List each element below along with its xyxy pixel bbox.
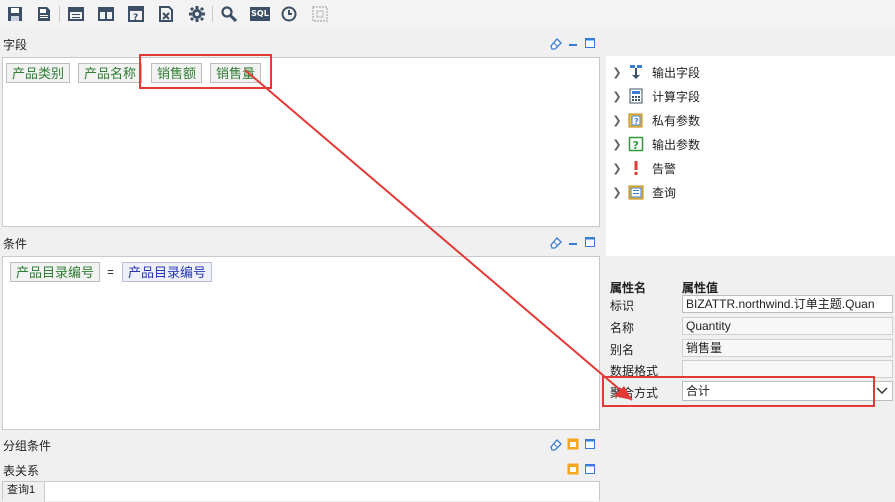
toolbar-separator (212, 6, 213, 22)
group-header-actions (549, 437, 597, 451)
clock-icon[interactable] (279, 4, 299, 24)
condition-operator[interactable]: = (107, 265, 114, 279)
restore-icon[interactable] (566, 462, 580, 476)
tree-item-label: 私有参数 (652, 113, 701, 128)
export-icon[interactable] (156, 4, 176, 24)
columns-layout-icon[interactable] (96, 4, 116, 24)
output-param-icon: ? (628, 136, 644, 152)
query-icon (628, 184, 644, 200)
fields-panel[interactable]: 产品类别 产品名称 销售额 销售量 (2, 57, 600, 227)
property-row-id: 标识 BIZATTR.northwind.订单主题.Quan (606, 294, 895, 315)
private-param-icon: ? (628, 112, 644, 128)
calculator-icon (628, 88, 644, 104)
table-relations-title: 表关系 (3, 464, 40, 478)
chevron-down-icon[interactable] (876, 383, 888, 400)
maximize-icon[interactable] (583, 235, 597, 249)
maximize-icon[interactable] (583, 437, 597, 451)
resource-tree: ❯ 输出字段 ❯ 计算字段 ❯ ? 私有参数 ❯ ? 输出参数 ❯ 告警 ❯ 查… (606, 56, 895, 256)
fields-section-title: 字段 (3, 38, 28, 52)
group-conditions-title: 分组条件 (3, 439, 52, 453)
property-value-alias[interactable]: 销售量 (682, 339, 893, 357)
condition-left-field[interactable]: 产品目录编号 (10, 262, 101, 282)
chevron-right-icon[interactable]: ❯ (610, 162, 624, 175)
chevron-right-icon[interactable]: ❯ (610, 90, 624, 103)
search-icon[interactable] (219, 4, 239, 24)
maximize-icon[interactable] (583, 36, 597, 50)
conditions-section-title: 条件 (3, 237, 28, 251)
table-relations-panel[interactable]: 查询1 (2, 481, 600, 502)
tree-item-alerts[interactable]: ❯ 告警 (606, 157, 895, 179)
settings-gear-icon[interactable] (187, 4, 207, 24)
restore-icon[interactable] (566, 437, 580, 451)
svg-text:?: ? (634, 117, 639, 126)
tree-item-label: 告警 (652, 161, 677, 176)
conditions-panel[interactable]: 产品目录编号 = 产品目录编号 (2, 256, 600, 430)
fields-section-header: 字段 (0, 32, 602, 54)
chevron-right-icon[interactable]: ❯ (610, 138, 624, 151)
property-name: 别名 (610, 343, 635, 357)
query-tab[interactable]: 查询1 (3, 482, 45, 502)
tree-item-calc-fields[interactable]: ❯ 计算字段 (606, 85, 895, 107)
sql-label: SQL (250, 7, 270, 21)
property-row-alias: 别名 销售量 (606, 338, 895, 359)
property-name: 标识 (610, 299, 635, 313)
minimize-icon[interactable] (566, 36, 580, 50)
eraser-icon[interactable] (549, 36, 563, 50)
tree-item-label: 计算字段 (652, 89, 701, 104)
tree-item-output-params[interactable]: ❯ ? 输出参数 (606, 133, 895, 155)
tree-item-label: 查询 (652, 185, 677, 200)
highlight-box-fields (139, 54, 272, 89)
eraser-icon[interactable] (549, 235, 563, 249)
relations-header-actions (566, 462, 597, 476)
property-value-id[interactable]: BIZATTR.northwind.订单主题.Quan (682, 295, 893, 313)
conditions-header-actions (549, 235, 597, 249)
param-form-icon[interactable]: ? (126, 4, 146, 24)
toolbar: ? SQL (0, 0, 895, 28)
field-chip[interactable]: 产品类别 (6, 63, 71, 83)
tree-item-query[interactable]: ❯ 查询 (606, 181, 895, 203)
svg-text:?: ? (133, 13, 138, 22)
conditions-section-header: 条件 (0, 231, 602, 253)
group-conditions-header: 分组条件 (0, 433, 602, 455)
maximize-icon[interactable] (583, 462, 597, 476)
save-as-icon[interactable] (34, 4, 54, 24)
tree-item-label: 输出参数 (652, 137, 701, 152)
property-value-name[interactable]: Quantity (682, 317, 893, 335)
alert-icon (628, 160, 644, 176)
fields-header-actions (549, 36, 597, 50)
sql-icon[interactable]: SQL (249, 4, 271, 24)
tree-item-label: 输出字段 (652, 65, 701, 80)
svg-text:?: ? (633, 139, 639, 152)
tree-item-output-fields[interactable]: ❯ 输出字段 (606, 61, 895, 83)
table-relations-header: 表关系 (0, 458, 602, 480)
tree-item-private-params[interactable]: ❯ ? 私有参数 (606, 109, 895, 131)
minimize-icon[interactable] (566, 235, 580, 249)
chevron-right-icon[interactable]: ❯ (610, 114, 624, 127)
field-chip[interactable]: 产品名称 (78, 63, 143, 83)
output-field-icon (628, 64, 644, 80)
save-icon[interactable] (5, 4, 25, 24)
table-layout-icon[interactable] (66, 4, 86, 24)
highlight-box-aggregation (602, 376, 875, 407)
property-name: 名称 (610, 321, 635, 335)
toolbar-separator (59, 6, 60, 22)
eraser-icon[interactable] (549, 437, 563, 451)
chevron-right-icon[interactable]: ❯ (610, 186, 624, 199)
condition-right-value[interactable]: 产品目录编号 (122, 262, 213, 282)
disabled-grid-icon (310, 4, 330, 24)
chevron-right-icon[interactable]: ❯ (610, 66, 624, 79)
property-row-name: 名称 Quantity (606, 316, 895, 337)
